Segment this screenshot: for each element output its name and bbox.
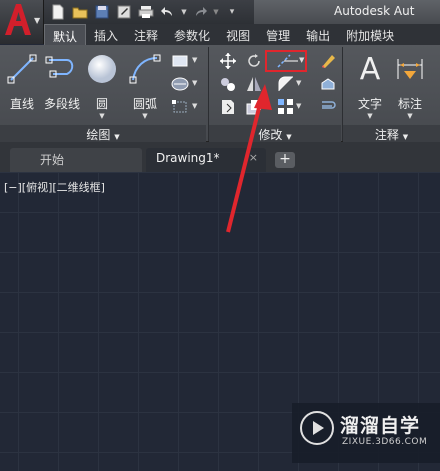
erase-icon[interactable] bbox=[318, 51, 338, 71]
quick-access-toolbar: ▼ ▼ ▾ bbox=[48, 3, 242, 21]
line-button[interactable]: 直线 bbox=[4, 51, 40, 112]
annotation-panel-title[interactable]: 注释 ▼ bbox=[343, 125, 440, 142]
polyline-button[interactable]: 多段线 bbox=[42, 51, 82, 112]
text-icon: A bbox=[359, 51, 381, 87]
explode-icon[interactable] bbox=[318, 74, 338, 94]
tab-drawing1-label: Drawing1* bbox=[156, 151, 220, 165]
hatch-icon[interactable] bbox=[170, 74, 190, 94]
circle-icon bbox=[86, 51, 118, 87]
viewport-controls-label[interactable]: [−][俯视][二维线框] bbox=[4, 179, 105, 195]
undo-icon[interactable] bbox=[158, 3, 178, 21]
polyline-label: 多段线 bbox=[43, 97, 80, 111]
scale-icon[interactable] bbox=[244, 97, 264, 117]
dimension-label: 标注 bbox=[397, 97, 422, 111]
tab-parametric[interactable]: 参数化 bbox=[166, 24, 218, 45]
ribbon-panel-area: 直线 多段线 圆 ▼ 圆弧 ▼ ▼ ▼ ▼ 绘图 ▼ ▼ ▼ ▼ 修改 ▼ A … bbox=[0, 45, 440, 142]
circle-button[interactable]: 圆 ▼ bbox=[86, 51, 118, 120]
redo-icon[interactable] bbox=[190, 3, 210, 21]
print-icon[interactable] bbox=[136, 3, 156, 21]
tab-annotate[interactable]: 注释 bbox=[126, 24, 166, 45]
line-icon bbox=[4, 51, 40, 87]
annotation-panel-title-text: 注释 bbox=[374, 128, 399, 142]
copy-icon[interactable] bbox=[218, 74, 238, 94]
tab-insert[interactable]: 插入 bbox=[86, 24, 126, 45]
text-button[interactable]: A 文字 ▼ bbox=[352, 51, 388, 121]
undo-dropdown-icon[interactable]: ▼ bbox=[180, 3, 188, 21]
dimension-icon bbox=[392, 51, 428, 87]
save-icon[interactable] bbox=[92, 3, 112, 21]
rectangle-icon[interactable] bbox=[170, 51, 190, 71]
circle-label: 圆 bbox=[95, 97, 108, 111]
watermark-url: ZIXUE.3D66.COM bbox=[342, 437, 428, 447]
rectangle-dropdown-icon[interactable]: ▼ bbox=[192, 56, 197, 64]
modify-panel-expand-icon: ▼ bbox=[286, 133, 292, 141]
tab-view[interactable]: 视图 bbox=[218, 24, 258, 45]
arc-dropdown-icon[interactable]: ▼ bbox=[128, 112, 162, 120]
array-icon[interactable] bbox=[276, 97, 296, 117]
autocad-logo-icon bbox=[5, 4, 31, 35]
fillet-dropdown-icon[interactable]: ▼ bbox=[296, 79, 301, 87]
line-label: 直线 bbox=[9, 97, 34, 111]
boundary-dropdown-icon[interactable]: ▼ bbox=[192, 102, 197, 110]
move-icon[interactable] bbox=[218, 51, 238, 71]
boundary-icon[interactable] bbox=[170, 97, 190, 117]
play-logo-icon bbox=[300, 411, 334, 445]
close-tab-icon[interactable]: × bbox=[249, 151, 258, 164]
save-as-icon[interactable] bbox=[114, 3, 134, 21]
fillet-icon[interactable] bbox=[276, 74, 296, 94]
text-label: 文字 bbox=[357, 97, 382, 111]
tab-output[interactable]: 输出 bbox=[298, 24, 338, 45]
redo-dropdown-icon[interactable]: ▼ bbox=[212, 3, 220, 21]
draw-panel-title-text: 绘图 bbox=[86, 128, 111, 142]
app-menu-dropdown-icon: ▼ bbox=[34, 16, 41, 25]
highlight-box bbox=[265, 50, 307, 72]
dimension-button[interactable]: 标注 ▼ bbox=[392, 51, 428, 120]
file-tab-bar: 开始 Drawing1* × + bbox=[0, 142, 440, 172]
modify-panel-title-text: 修改 bbox=[258, 128, 283, 142]
dimension-dropdown-icon[interactable]: ▼ bbox=[392, 112, 428, 120]
watermark-name: 溜溜自学 bbox=[340, 415, 421, 437]
array-dropdown-icon[interactable]: ▼ bbox=[296, 102, 301, 110]
hatch-dropdown-icon[interactable]: ▼ bbox=[192, 79, 197, 87]
mirror-icon[interactable] bbox=[244, 74, 264, 94]
open-folder-icon[interactable] bbox=[70, 3, 90, 21]
draw-panel-title[interactable]: 绘图 ▼ bbox=[0, 125, 206, 142]
tab-start[interactable]: 开始 bbox=[10, 148, 142, 172]
circle-dropdown-icon[interactable]: ▼ bbox=[86, 112, 118, 120]
qat-more-icon[interactable]: ▾ bbox=[222, 3, 242, 21]
arc-button[interactable]: 圆弧 ▼ bbox=[128, 51, 162, 120]
tab-manage[interactable]: 管理 bbox=[258, 24, 298, 45]
arc-label: 圆弧 bbox=[132, 97, 157, 111]
new-tab-button[interactable]: + bbox=[275, 152, 295, 168]
watermark: 溜溜自学 ZIXUE.3D66.COM bbox=[292, 403, 440, 463]
text-dropdown-icon[interactable]: ▼ bbox=[352, 112, 388, 120]
stretch-icon[interactable] bbox=[218, 97, 238, 117]
tab-start-label: 开始 bbox=[40, 153, 65, 167]
application-menu-button[interactable]: ▼ bbox=[0, 0, 44, 44]
tab-default[interactable]: 默认 bbox=[44, 24, 87, 45]
annotation-panel-expand-icon: ▼ bbox=[402, 133, 409, 141]
rotate-icon[interactable] bbox=[244, 51, 264, 71]
tab-addins[interactable]: 附加模块 bbox=[338, 24, 402, 45]
ribbon-tabs: 默认 插入 注释 参数化 视图 管理 输出 附加模块 bbox=[44, 24, 440, 45]
title-bar: ▼ ▼ ▾ Autodesk Aut bbox=[0, 0, 440, 24]
tab-drawing1[interactable]: Drawing1* × bbox=[146, 148, 266, 172]
new-file-icon[interactable] bbox=[48, 3, 68, 21]
window-title: Autodesk Aut bbox=[254, 0, 440, 24]
arc-icon bbox=[128, 51, 162, 87]
modify-panel-title[interactable]: 修改 ▼ bbox=[209, 125, 341, 142]
offset-icon[interactable] bbox=[318, 97, 338, 117]
polyline-icon bbox=[42, 51, 82, 87]
draw-panel-expand-icon: ▼ bbox=[114, 133, 120, 141]
